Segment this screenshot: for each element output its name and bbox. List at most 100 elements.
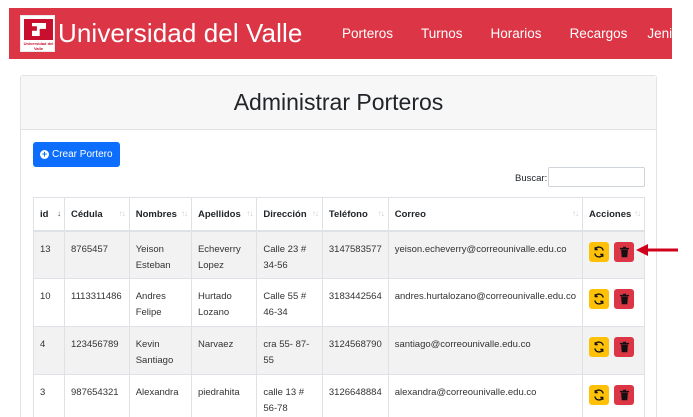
column-header-acciones[interactable]: Acciones ↑↓ [582,197,645,232]
delete-button[interactable] [614,337,635,357]
column-header-label: Apellidos [197,209,241,220]
user-name: Jenifer [647,26,688,41]
plus-circle-icon: + [40,149,49,159]
trash-icon [619,293,629,305]
cell-acciones [582,326,645,375]
search-input[interactable] [548,167,645,187]
logo-text: Universidad del Valle [23,41,54,51]
nav-links: Porteros Turnos Horarios Recargos Jenife… [342,8,693,59]
cell-apellidos: Echeverry Lopez [190,230,258,279]
nav-link-horarios[interactable]: Horarios [491,26,542,41]
row-actions [589,385,638,405]
cell-apellidos: Narvaez [190,326,258,375]
table-header-row: id ↓ Cédula ↑↓ Nombres ↑↓ Apellidos ↑↓ Direc… [33,197,645,232]
cell-id: 3 [33,374,65,417]
cell-nombres: Yeison Esteban [128,230,192,279]
refresh-button[interactable] [589,241,610,262]
sort-icon: ↑↓ [377,209,385,218]
delete-button[interactable] [614,385,635,405]
cell-id: 4 [33,326,65,375]
table-row: 10 1113311486 Andres Felipe Hurtado Loza… [33,278,645,327]
refresh-button[interactable] [589,385,610,405]
cell-cedula: 987654321 [64,374,130,417]
sort-icon: ↑↓ [118,209,126,218]
cell-correo: santiago@correounivalle.edu.co [387,326,584,375]
nav-link-turnos[interactable]: Turnos [421,26,463,41]
column-header-correo[interactable]: Correo ↑↓ [387,197,584,232]
cell-acciones [582,374,645,417]
column-header-label: Nombres [135,209,177,220]
column-header-cedula[interactable]: Cédula ↑↓ [64,197,130,232]
university-logo: Universidad del Valle [20,15,55,52]
porteros-table: id ↓ Cédula ↑↓ Nombres ↑↓ Apellidos ↑↓ Direc… [33,197,645,417]
cell-telefono: 3126648884 [321,374,389,417]
cell-direccion: Calle 55 # 46-34 [256,278,323,327]
trash-icon [619,246,629,257]
sort-icon: ↑↓ [311,209,319,218]
cell-direccion: Calle 23 # 34-56 [256,230,323,279]
brand[interactable]: Universidad del Valle Universidad del Va… [20,15,302,52]
user-menu[interactable]: Jenifer [647,26,693,41]
nav-link-porteros[interactable]: Porteros [342,26,393,41]
table-row: 4 123456789 Kevin Santiago Narvaez cra 5… [33,326,645,375]
sort-icon: ↑↓ [246,209,253,218]
row-actions [589,337,638,357]
column-header-label: Dirección [263,209,307,220]
cell-correo: alexandra@correounivalle.edu.co [387,374,584,417]
cell-apellidos: Hurtado Lozano [190,278,258,327]
arrow-left-icon [636,244,678,256]
column-header-label: id [40,209,49,220]
cell-cedula: 123456789 [64,326,130,375]
cell-direccion: calle 13 # 56-78 [256,374,323,417]
refresh-button[interactable] [589,289,610,309]
column-header-apellidos[interactable]: Apellidos ↑↓ [190,197,258,232]
row-actions [589,241,638,262]
refresh-icon [594,293,604,305]
cell-correo: andres.hurtalozano@correounivalle.edu.co [387,278,584,327]
cell-direccion: cra 55- 87-55 [256,326,323,375]
refresh-icon [594,245,604,258]
sort-icon: ↑↓ [572,209,579,218]
delete-button[interactable] [614,289,635,309]
cell-acciones [582,278,645,327]
brand-title[interactable]: Universidad del Valle [58,18,302,49]
cell-correo: yeison.echeverry@correounivalle.edu.co [387,230,584,279]
cell-telefono: 3147583577 [321,230,389,279]
table-row: 13 8765457 Yeison Esteban Echeverry Lope… [33,230,645,279]
column-header-label: Teléfono [328,209,368,220]
cell-telefono: 3124568790 [321,326,389,375]
top-navbar: Universidad del Valle Universidad del Va… [9,8,693,59]
column-header-label: Acciones [589,209,632,220]
cell-nombres: Alexandra [128,374,192,417]
refresh-icon [594,341,604,353]
column-header-direccion[interactable]: Dirección ↑↓ [256,197,323,232]
column-header-id[interactable]: id ↓ [33,197,65,232]
cell-id: 10 [33,278,65,327]
column-header-nombres[interactable]: Nombres ↑↓ [128,197,192,232]
refresh-button[interactable] [589,337,610,357]
column-header-label: Correo [394,209,426,220]
logo-mark-icon [24,19,53,40]
porteros-card: Administrar Porteros + Crear Portero Bus… [20,75,657,417]
sort-icon: ↑↓ [634,209,641,218]
nav-link-recargos[interactable]: Recargos [570,26,628,41]
sort-down-icon: ↓ [57,209,61,218]
sort-icon: ↑↓ [180,209,188,218]
cell-telefono: 3183442564 [321,278,389,327]
cell-nombres: Andres Felipe [128,278,192,327]
cell-cedula: 8765457 [64,230,130,279]
cell-id: 13 [33,230,65,279]
row-actions [589,289,638,309]
cell-nombres: Kevin Santiago [128,326,192,375]
delete-button[interactable] [614,241,635,262]
cell-cedula: 1113311486 [64,278,130,327]
column-header-telefono[interactable]: Teléfono ↑↓ [321,197,389,232]
trash-icon [619,341,629,353]
page-title: Administrar Porteros [233,89,444,115]
create-portero-label: Crear Portero [52,149,113,160]
card-header: Administrar Porteros [21,76,656,130]
column-header-label: Cédula [71,209,103,220]
create-portero-button[interactable]: + Crear Portero [33,142,120,167]
table-row: 3 987654321 Alexandra piedrahita calle 1… [33,374,645,417]
trash-icon [619,389,629,401]
